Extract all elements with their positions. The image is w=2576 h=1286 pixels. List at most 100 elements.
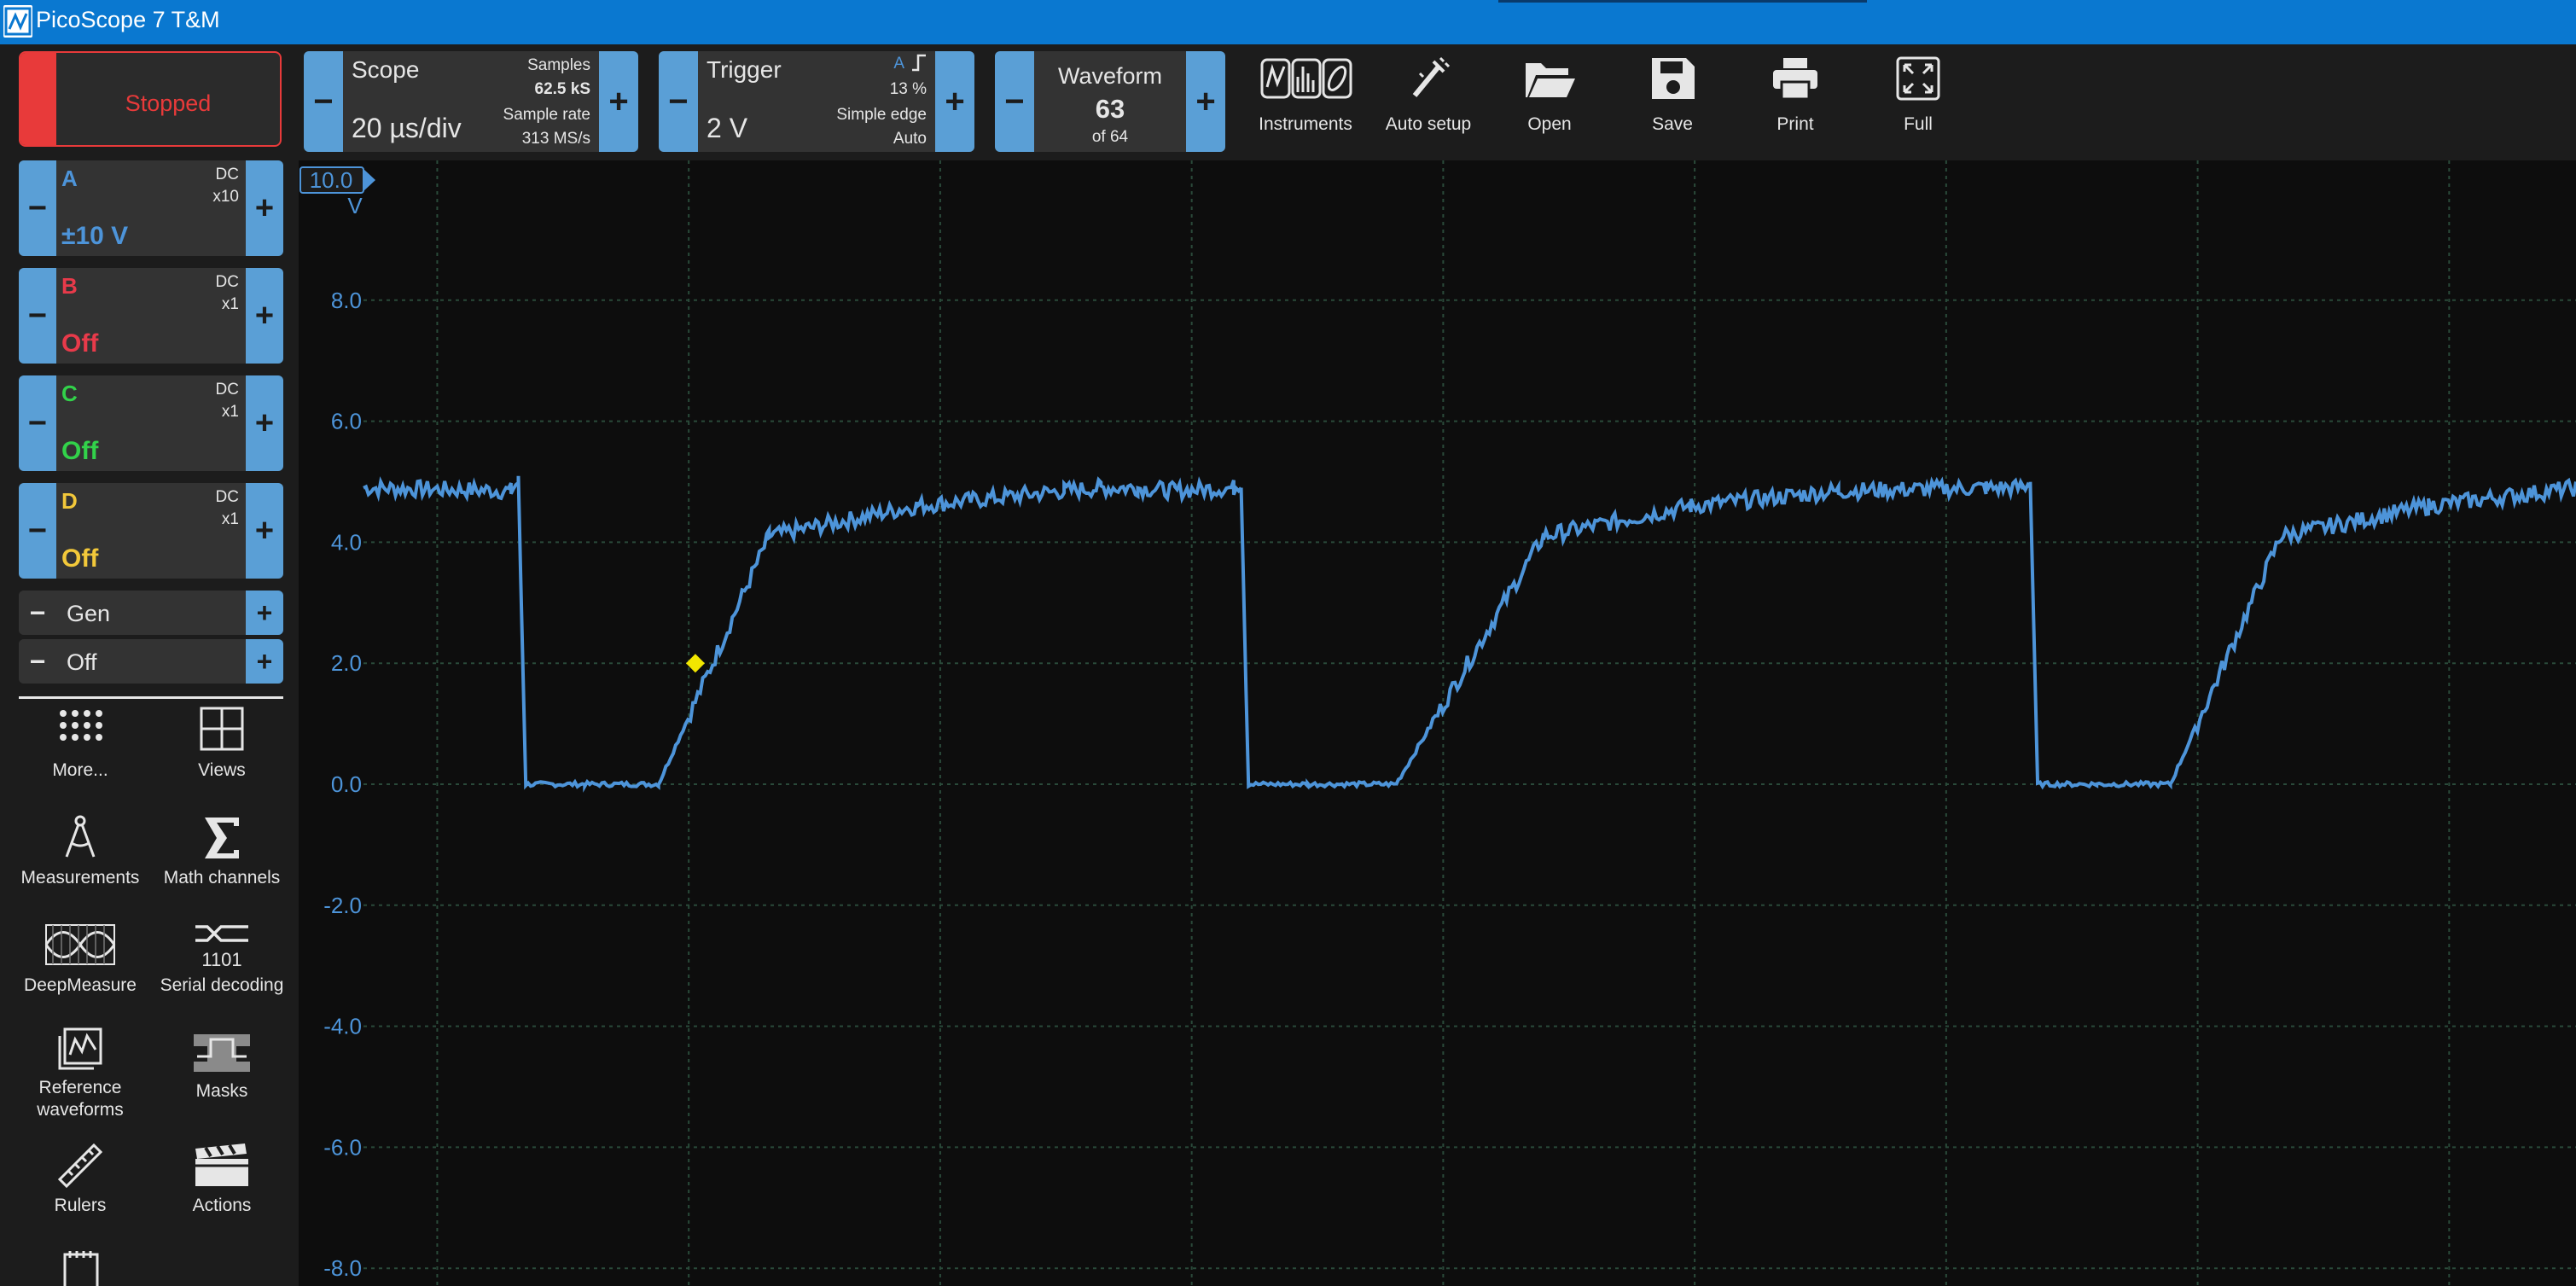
channel-b-increase-button[interactable]: + xyxy=(246,268,283,364)
timebase-decrease-button[interactable]: − xyxy=(304,51,343,152)
timebase-value[interactable]: 20 µs/div xyxy=(352,113,462,144)
channel-b-range[interactable]: Off xyxy=(61,329,98,358)
math-channels-button[interactable]: Math channels xyxy=(154,814,290,915)
fullscreen-icon xyxy=(1891,55,1945,102)
top-scale-unit: V xyxy=(347,193,363,218)
reference-waveforms-label: Reference waveforms xyxy=(37,1078,124,1120)
generator-state: Off xyxy=(67,649,97,675)
save-label: Save xyxy=(1652,114,1693,134)
samples-label: Samples xyxy=(527,56,590,74)
svg-text:1101: 1101 xyxy=(201,949,241,969)
run-stop-indicator xyxy=(20,53,56,145)
channel-d-decrease-button[interactable]: − xyxy=(19,483,56,579)
waveform-next-button[interactable]: + xyxy=(1186,51,1225,152)
channel-b-control: − B DC x1 Off + xyxy=(19,268,283,364)
masks-icon xyxy=(194,1034,250,1072)
sample-rate-value: 313 MS/s xyxy=(521,130,590,148)
open-button[interactable]: Open xyxy=(1490,51,1609,152)
channel-a-increase-button[interactable]: + xyxy=(246,160,283,256)
channel-b-probe: x1 xyxy=(221,295,239,313)
waveform-previous-button[interactable]: − xyxy=(995,51,1034,152)
full-screen-button[interactable]: Full xyxy=(1858,51,1978,152)
rulers-label: Rulers xyxy=(54,1196,107,1215)
actions-button[interactable]: Actions xyxy=(154,1142,290,1242)
channel-b-decrease-button[interactable]: − xyxy=(19,268,56,364)
math-channels-label: Math channels xyxy=(163,868,281,887)
deepmeasure-button[interactable]: DeepMeasure xyxy=(12,922,148,1022)
notes-button[interactable] xyxy=(12,1249,148,1286)
channel-a-trace xyxy=(363,475,2576,793)
run-stop-label: Stopped xyxy=(125,90,212,116)
channel-c-coupling: DC x1 xyxy=(216,379,239,423)
notes-icon xyxy=(63,1251,99,1286)
title-accent xyxy=(1498,0,1867,3)
trigger-control: − Trigger 2 V A 13 % Simple edge Auto + xyxy=(659,51,974,152)
channel-d-range[interactable]: Off xyxy=(61,544,98,573)
channel-c-range[interactable]: Off xyxy=(61,437,98,466)
y-tick-label: 0.0 xyxy=(331,771,362,797)
trigger-level-increase-button[interactable]: + xyxy=(935,51,974,152)
full-label: Full xyxy=(1904,114,1933,134)
scope-graph[interactable]: 8.0 6.0 4.0 2.0 0.0 -2.0 -4.0 -6.0 -8.0 10.0 V xyxy=(299,160,2576,1286)
generator-state-increase-button[interactable]: + xyxy=(246,639,283,684)
serial-decoding-label: Serial decoding xyxy=(160,975,284,995)
views-button[interactable]: Views xyxy=(154,707,290,807)
folder-open-icon xyxy=(1522,55,1577,102)
reference-waveforms-icon xyxy=(58,1027,102,1070)
channel-d-probe: x1 xyxy=(221,510,239,528)
print-button[interactable]: Print xyxy=(1736,51,1855,152)
open-label: Open xyxy=(1527,114,1572,134)
channel-c-probe: x1 xyxy=(221,403,239,421)
channel-c-coupling-value: DC xyxy=(215,381,239,399)
generator-state-control: − Off + xyxy=(19,639,283,684)
top-scale-marker[interactable]: 10.0 V xyxy=(299,166,375,218)
waveform-label: Waveform xyxy=(1057,63,1162,89)
more-button[interactable]: More... xyxy=(12,707,148,807)
save-icon xyxy=(1645,55,1700,102)
channel-c-control: − C DC x1 Off + xyxy=(19,375,283,471)
channel-a-control: − A DC x10 ±10 V + xyxy=(19,160,283,256)
timebase-increase-button[interactable]: + xyxy=(599,51,638,152)
trigger-label: Trigger xyxy=(707,56,782,83)
measurements-button[interactable]: Measurements xyxy=(12,814,148,915)
trigger-mode: Auto xyxy=(893,130,927,148)
channel-c-increase-button[interactable]: + xyxy=(246,375,283,471)
serial-decoding-button[interactable]: 1101 Serial decoding xyxy=(154,922,290,1022)
channel-d-increase-button[interactable]: + xyxy=(246,483,283,579)
left-panel: − A DC x10 ±10 V + − B DC x1 Off + − C DC x… xyxy=(0,160,299,1286)
save-button[interactable]: Save xyxy=(1613,51,1732,152)
graph-grid xyxy=(363,160,2576,1286)
instruments-button[interactable]: Instruments xyxy=(1246,51,1365,152)
masks-label: Masks xyxy=(195,1081,248,1101)
rulers-button[interactable]: Rulers xyxy=(12,1142,148,1242)
generator-increase-button[interactable]: + xyxy=(246,591,283,635)
run-stop-button[interactable]: Stopped xyxy=(19,51,282,147)
generator-decrease-button[interactable]: − xyxy=(19,591,56,635)
channel-c-decrease-button[interactable]: − xyxy=(19,375,56,471)
trigger-level-decrease-button[interactable]: − xyxy=(659,51,698,152)
samples-value: 62.5 kS xyxy=(534,80,591,98)
views-label: Views xyxy=(198,760,246,780)
trigger-percent: 13 % xyxy=(889,80,927,98)
channel-d-name: D xyxy=(61,488,78,514)
waveform-total: of 64 xyxy=(1091,128,1129,146)
channel-a-name: A xyxy=(61,166,78,191)
channel-d-control: − D DC x1 Off + xyxy=(19,483,283,579)
y-tick-label: -2.0 xyxy=(323,893,362,918)
channel-b-coupling: DC x1 xyxy=(216,271,239,316)
auto-setup-button[interactable]: Auto setup xyxy=(1369,51,1488,152)
generator-control: − Gen + xyxy=(19,591,283,635)
panel-divider xyxy=(19,696,283,699)
views-icon xyxy=(200,707,244,751)
reference-waveforms-button[interactable]: Reference waveforms xyxy=(12,1027,148,1128)
y-axis-labels: 8.0 6.0 4.0 2.0 0.0 -2.0 -4.0 -6.0 -8.0 xyxy=(323,288,362,1281)
masks-button[interactable]: Masks xyxy=(154,1027,290,1128)
scope-display[interactable]: 8.0 6.0 4.0 2.0 0.0 -2.0 -4.0 -6.0 -8.0 10.0 V xyxy=(299,160,2576,1286)
generator-state-decrease-button[interactable]: − xyxy=(19,639,56,684)
channel-a-range[interactable]: ±10 V xyxy=(61,222,128,251)
trigger-level-value[interactable]: 2 V xyxy=(707,113,747,144)
channel-a-decrease-button[interactable]: − xyxy=(19,160,56,256)
sample-rate-label: Sample rate xyxy=(503,106,590,124)
trigger-type: Simple edge xyxy=(836,106,927,124)
serial-decoding-icon: 1101 xyxy=(195,925,248,969)
